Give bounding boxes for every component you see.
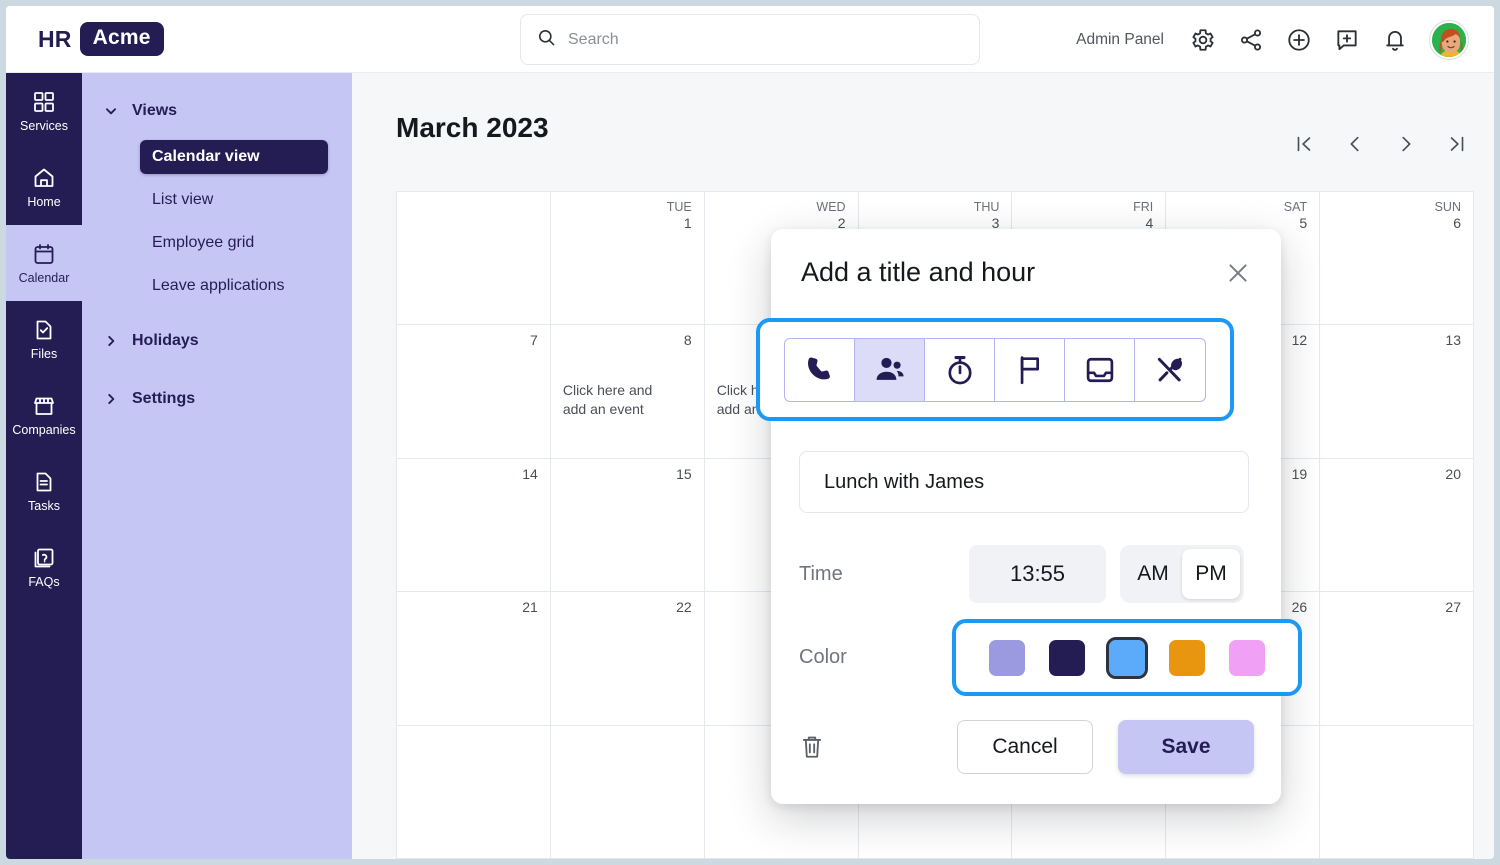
event-type-meal[interactable]	[1135, 339, 1205, 401]
color-label: Color	[799, 645, 847, 668]
event-type-inbox[interactable]	[1065, 338, 1135, 401]
meridiem-am[interactable]: AM	[1124, 549, 1182, 599]
modal-header: Add a title and hour	[771, 229, 1281, 288]
time-row: Time 13:55 AM PM	[799, 544, 1254, 604]
phone-icon	[803, 353, 837, 387]
people-icon	[873, 353, 907, 387]
event-type-highlight	[756, 318, 1234, 421]
event-type-flag[interactable]	[995, 338, 1065, 401]
color-swatch-blue[interactable]	[1106, 636, 1148, 679]
modal-scrim: Add a title and hour Lunch with James Ti…	[6, 6, 1494, 859]
color-swatch-pink[interactable]	[1229, 639, 1265, 676]
flag-icon	[1013, 353, 1047, 387]
save-button[interactable]: Save	[1118, 720, 1254, 774]
event-type-stopwatch[interactable]	[925, 338, 995, 401]
event-modal: Add a title and hour Lunch with James Ti…	[756, 229, 1302, 804]
inbox-icon	[1083, 353, 1117, 387]
app-window: HR Acme Search Admin Panel Services Home…	[6, 6, 1494, 859]
event-title-value: Lunch with James	[824, 470, 985, 493]
cancel-button[interactable]: Cancel	[957, 720, 1093, 774]
event-title-input[interactable]: Lunch with James	[799, 451, 1249, 513]
meridiem-toggle: AM PM	[1120, 545, 1244, 603]
fork-spoon-icon	[1153, 353, 1187, 387]
color-swatch-navy[interactable]	[1049, 639, 1085, 676]
color-picker-highlight	[952, 619, 1302, 696]
time-input[interactable]: 13:55	[969, 545, 1106, 603]
time-label: Time	[799, 562, 843, 585]
stopwatch-icon	[943, 353, 977, 387]
close-icon[interactable]	[1225, 260, 1251, 286]
color-swatch-periwinkle[interactable]	[989, 639, 1025, 676]
trash-icon[interactable]	[799, 732, 825, 762]
event-type-people[interactable]	[855, 338, 925, 401]
modal-footer: Cancel Save	[799, 718, 1254, 776]
modal-title: Add a title and hour	[801, 257, 1036, 287]
color-swatch-orange[interactable]	[1169, 639, 1205, 676]
event-type-phone[interactable]	[785, 338, 855, 401]
event-type-selector	[784, 337, 1206, 402]
meridiem-pm[interactable]: PM	[1182, 549, 1240, 599]
